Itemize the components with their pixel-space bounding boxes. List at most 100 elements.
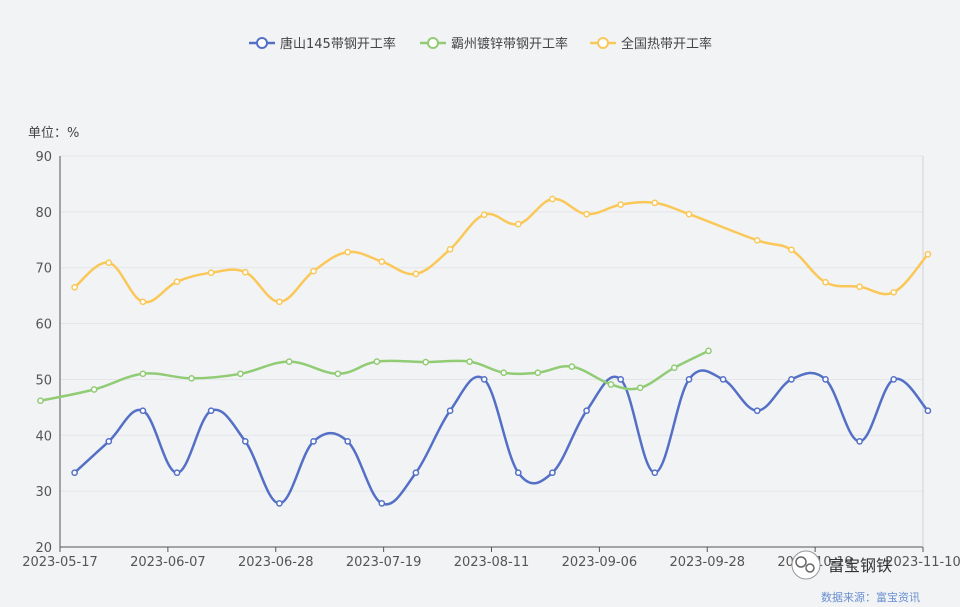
data-point (378, 500, 386, 507)
data-point (705, 347, 712, 355)
y-tick-label: 40 (35, 429, 52, 444)
data-point (173, 469, 181, 477)
data-point (549, 469, 556, 477)
data-point (651, 199, 659, 207)
data-point (856, 283, 863, 291)
data-point (500, 369, 508, 377)
watermark-text: 富宝钢铁 (828, 556, 892, 575)
y-tick-label: 90 (35, 150, 52, 165)
data-point (241, 268, 249, 276)
data-point (583, 210, 590, 218)
data-point (378, 258, 386, 265)
y-tick-label: 60 (35, 318, 52, 333)
data-point (890, 288, 898, 296)
data-point (685, 376, 693, 383)
data-point (617, 201, 625, 208)
data-point (344, 438, 352, 445)
data-point (788, 246, 795, 254)
data-point (310, 267, 317, 275)
y-axis-unit-label: 单位：% (28, 126, 79, 141)
legend-marker-icon (427, 37, 439, 49)
y-tick-label: 30 (35, 485, 52, 500)
legend-label: 全国热带开工率 (621, 36, 712, 52)
y-tick-label: 70 (35, 262, 52, 277)
data-point (788, 376, 795, 383)
data-point (534, 369, 542, 377)
data-point (753, 236, 761, 244)
data-point (617, 376, 625, 383)
data-point (173, 278, 181, 286)
y-tick-label: 20 (35, 541, 52, 556)
legend-item[interactable]: 唐山145带钢开工率 (249, 36, 396, 52)
data-point (285, 358, 293, 365)
data-point (446, 245, 454, 253)
line-chart: 20 30 40 50 60 70 80 90 2023-05-17 2023-06-07 2023… (22, 36, 960, 604)
data-point (37, 397, 44, 405)
data-point (719, 376, 727, 383)
data-point (890, 376, 898, 383)
data-point (207, 269, 215, 277)
x-tick-label: 2023-05-17 (22, 555, 98, 570)
data-point (753, 407, 761, 415)
series-lines (37, 195, 932, 507)
data-point (276, 500, 283, 507)
series-line (73, 369, 929, 506)
data-point (480, 376, 488, 383)
data-point (670, 364, 678, 372)
data-point (636, 384, 644, 392)
data-point (139, 370, 147, 378)
data-point (276, 298, 283, 306)
data-point (924, 250, 932, 258)
data-point (822, 278, 829, 286)
series-2 (37, 347, 712, 405)
data-point (549, 195, 556, 203)
data-point (105, 259, 113, 267)
series-line (73, 197, 929, 304)
data-point (480, 211, 488, 219)
x-tick-label: 2023-11-10 (885, 555, 960, 570)
data-point (334, 370, 342, 378)
data-point (310, 438, 317, 445)
x-tick-label: 2023-09-06 (562, 555, 638, 570)
watermark: 富宝钢铁 (791, 550, 892, 580)
data-point (514, 220, 522, 228)
y-tick-label: 50 (35, 373, 52, 388)
data-point (139, 407, 147, 415)
data-point (514, 469, 522, 477)
data-point (568, 363, 576, 370)
x-tick-label: 2023-07-19 (346, 555, 422, 570)
data-point (422, 358, 430, 366)
legend-marker-icon (256, 37, 268, 49)
data-point (71, 283, 78, 291)
legend-item[interactable]: 霸州镀锌带钢开工率 (420, 36, 568, 52)
series-3 (71, 195, 932, 306)
legend[interactable]: 唐山145带钢开工率 霸州镀锌带钢开工率 全国热带开工率 (249, 36, 712, 52)
data-point (139, 298, 147, 306)
data-point (856, 438, 863, 445)
data-point (241, 438, 249, 445)
series-1 (71, 369, 932, 507)
legend-marker-icon (597, 37, 609, 49)
data-point (412, 469, 420, 477)
data-point (924, 407, 932, 415)
source-label: 数据来源：富宝资讯 (821, 590, 920, 604)
legend-label: 霸州镀锌带钢开工率 (451, 36, 568, 52)
data-point (237, 370, 244, 378)
x-tick-label: 2023-08-11 (454, 555, 530, 570)
data-point (446, 407, 454, 415)
data-point (90, 386, 98, 393)
y-tick-label: 80 (35, 206, 52, 221)
x-tick-label: 2023-06-07 (130, 555, 206, 570)
x-tick-label: 2023-09-28 (669, 555, 745, 570)
data-point (105, 438, 113, 445)
data-point (412, 270, 420, 278)
data-point (607, 381, 615, 388)
data-point (207, 407, 215, 415)
grid-lines (60, 155, 923, 492)
data-point (685, 210, 693, 218)
legend-label: 唐山145带钢开工率 (280, 36, 396, 52)
data-point (344, 248, 352, 256)
data-point (466, 358, 473, 365)
x-tick-label: 2023-06-28 (238, 555, 314, 570)
legend-item[interactable]: 全国热带开工率 (590, 36, 712, 52)
